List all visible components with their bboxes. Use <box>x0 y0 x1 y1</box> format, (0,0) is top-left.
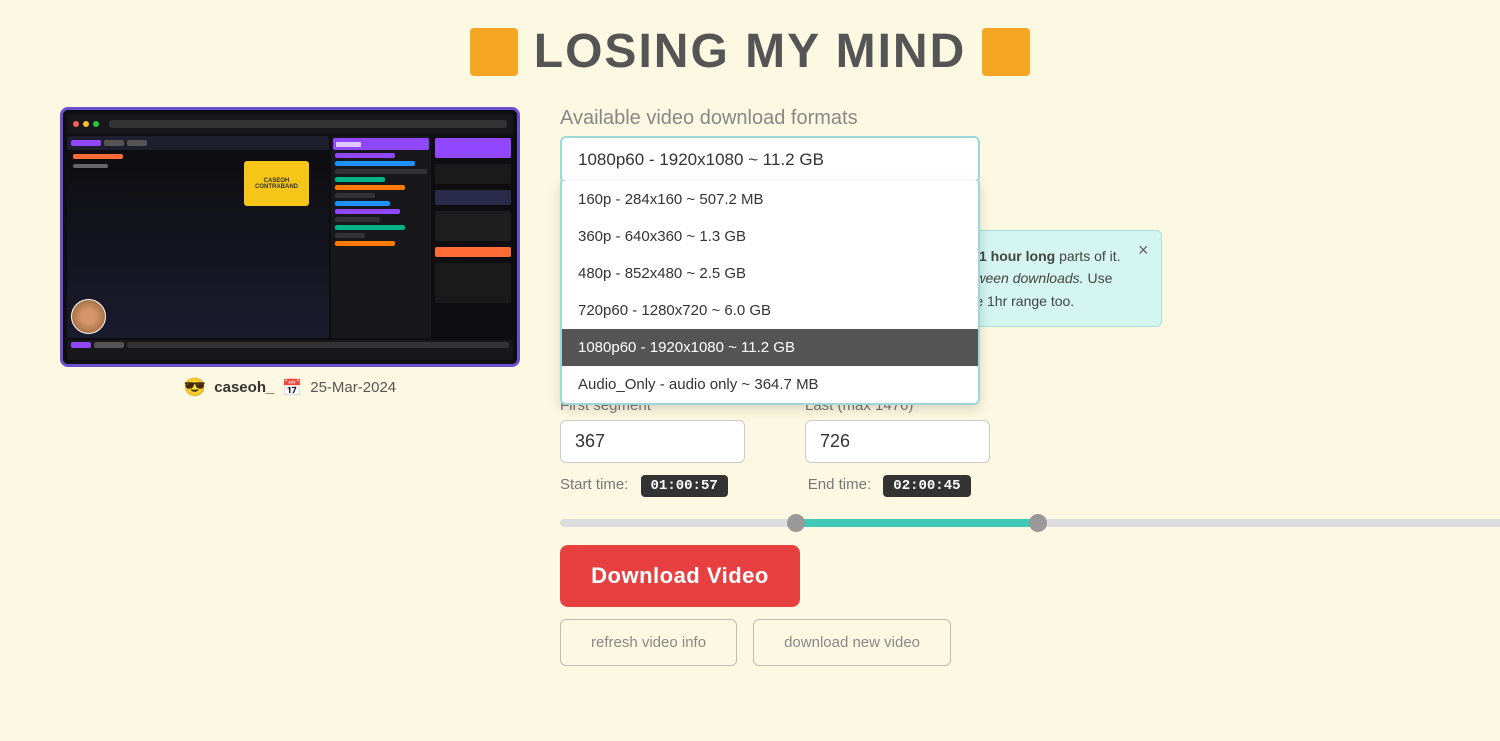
stream-content: CASEOHCONTRABAND <box>67 136 329 338</box>
chat-header <box>333 138 429 150</box>
url-bar <box>109 120 507 128</box>
controls-section: × ng. We will help you download 1 hour l… <box>560 397 1500 666</box>
calendar-emoji: 📅 <box>282 378 302 398</box>
header-square-right <box>982 28 1030 76</box>
last-segment-group: Last (max 1476) <box>805 397 990 463</box>
stream-chat-panel <box>331 136 431 338</box>
first-segment-group: First segment <box>560 397 745 463</box>
option-1080p60[interactable]: 1080p60 - 1920x1080 ~ 11.2 GB <box>562 329 978 366</box>
format-dropdown[interactable]: 160p - 284x160 ~ 507.2 MB 360p - 640x360… <box>560 136 980 183</box>
left-panel: CASEOHCONTRABAND <box>60 107 520 398</box>
username: caseoh_ <box>214 379 274 396</box>
option-audio-only[interactable]: Audio_Only - audio only ~ 364.7 MB <box>562 366 978 403</box>
start-time-group: Start time: 01:00:57 <box>560 475 728 497</box>
slider-thumb-left[interactable] <box>787 514 805 532</box>
header: LOSING MY MIND <box>0 0 1500 97</box>
slider-track <box>560 519 1500 527</box>
start-time-badge: 01:00:57 <box>641 475 728 497</box>
time-row: Start time: 01:00:57 End time: 02:00:45 <box>560 475 1500 497</box>
end-time-badge: 02:00:45 <box>883 475 970 497</box>
thumbnail-inner: CASEOHCONTRABAND <box>63 110 517 364</box>
header-square-left <box>470 28 518 76</box>
stream-video-area: CASEOHCONTRABAND <box>67 136 329 338</box>
chat-line-9 <box>335 217 380 222</box>
streamer-avatar <box>71 299 106 334</box>
download-new-video-button[interactable]: download new video <box>753 619 951 666</box>
stream-header <box>67 136 329 150</box>
video-meta: 😎 caseoh_ 📅 25-Mar-2024 <box>60 377 520 398</box>
right-box-6 <box>435 263 511 303</box>
bottom-icon-2 <box>94 342 124 348</box>
first-segment-input[interactable] <box>560 420 745 463</box>
info-bold-text: 1 hour long <box>979 248 1055 264</box>
end-time-label: End time: <box>808 476 871 493</box>
right-box-1 <box>435 138 511 158</box>
chat-line-4 <box>335 177 385 182</box>
chat-line-2 <box>335 161 415 166</box>
format-section: Available video download formats 160p - … <box>560 107 1500 183</box>
right-box-4 <box>435 211 511 241</box>
format-section-title: Available video download formats <box>560 107 1500 130</box>
stream-right-panel <box>433 136 513 338</box>
refresh-video-info-button[interactable]: refresh video info <box>560 619 737 666</box>
notification-box: CASEOHCONTRABAND <box>244 161 309 206</box>
last-segment-input[interactable] <box>805 420 990 463</box>
right-panel: Available video download formats 160p - … <box>560 107 1500 666</box>
chat-line-12 <box>335 241 395 246</box>
bottom-filler <box>127 342 509 348</box>
info-close-button[interactable]: × <box>1138 241 1149 259</box>
slider-thumb-right[interactable] <box>1029 514 1047 532</box>
download-video-button[interactable]: Download Video <box>560 545 800 607</box>
dot-green <box>93 121 99 127</box>
stream-mockup: CASEOHCONTRABAND <box>63 110 517 364</box>
right-box-2 <box>435 164 511 184</box>
chat-line-11 <box>335 233 365 238</box>
dot-red <box>73 121 79 127</box>
right-box-3 <box>435 190 511 205</box>
dropdown-open-list: 160p - 284x160 ~ 507.2 MB 360p - 640x360… <box>560 181 980 405</box>
info-line2-after: Use <box>1084 270 1113 286</box>
bottom-bar-content <box>67 340 513 350</box>
range-slider-container <box>560 513 1500 533</box>
stream-overlay-bar <box>73 154 123 159</box>
slider-fill <box>796 519 1038 527</box>
chat-line-6 <box>335 193 375 198</box>
page-title: LOSING MY MIND <box>534 24 966 79</box>
bottom-buttons: refresh video info download new video <box>560 619 1500 666</box>
stream-bottom-bar <box>67 340 513 360</box>
video-date: 25-Mar-2024 <box>310 379 396 396</box>
format-dropdown-wrapper: 160p - 284x160 ~ 507.2 MB 360p - 640x360… <box>560 136 980 183</box>
chat-line-5 <box>335 185 405 190</box>
video-thumbnail: CASEOHCONTRABAND <box>60 107 520 367</box>
stream-top-bar <box>67 114 513 134</box>
bottom-icon-1 <box>71 342 91 348</box>
dot-yellow <box>83 121 89 127</box>
stat-box2 <box>127 140 147 146</box>
end-time-group: End time: 02:00:45 <box>808 475 971 497</box>
stream-overlay-sub <box>73 164 108 168</box>
stat-box <box>104 140 124 146</box>
right-box-5 <box>435 247 511 257</box>
chat-line-8 <box>335 209 400 214</box>
info-text-after: parts of it. <box>1055 248 1120 264</box>
chat-line-3 <box>335 169 427 174</box>
option-360p[interactable]: 360p - 640x360 ~ 1.3 GB <box>562 218 978 255</box>
option-160p[interactable]: 160p - 284x160 ~ 507.2 MB <box>562 181 978 218</box>
user-emoji: 😎 <box>184 377 206 398</box>
start-time-label: Start time: <box>560 476 628 493</box>
live-badge <box>71 140 101 146</box>
notification-text: CASEOHCONTRABAND <box>255 178 298 190</box>
option-480p[interactable]: 480p - 852x480 ~ 2.5 GB <box>562 255 978 292</box>
chat-line-10 <box>335 225 405 230</box>
lower-section: × ng. We will help you download 1 hour l… <box>560 397 1500 666</box>
chat-line-7 <box>335 201 390 206</box>
main-content: CASEOHCONTRABAND <box>0 97 1500 666</box>
chat-line-1 <box>335 153 395 158</box>
segment-row: First segment Last (max 1476) <box>560 397 1500 463</box>
chat-label <box>336 142 361 147</box>
option-720p60[interactable]: 720p60 - 1280x720 ~ 6.0 GB <box>562 292 978 329</box>
